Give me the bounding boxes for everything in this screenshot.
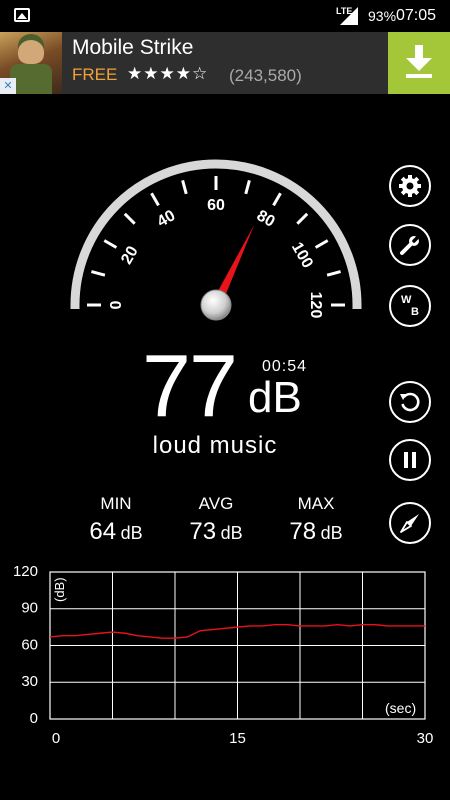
network-type: LTE <box>336 6 353 16</box>
weighting-button[interactable]: W B <box>389 285 431 327</box>
ad-title[interactable]: Mobile Strike <box>72 36 193 60</box>
tools-button[interactable] <box>389 224 431 266</box>
min-value: 64 dB <box>89 518 143 545</box>
y-tick-label: 120 <box>13 563 38 580</box>
max-value: 78 dB <box>289 518 343 545</box>
db-history-chart: 0 30 60 90 120 0 15 30 (dB) (sec) <box>13 563 434 747</box>
noise-description: loud music <box>152 432 278 459</box>
gauge-tick <box>103 239 118 249</box>
gauge-tick-label: 40 <box>154 207 178 231</box>
image-notification-icon <box>14 8 30 22</box>
gauge-tick <box>244 180 251 195</box>
gauge-tick <box>326 270 341 277</box>
current-db-unit: dB <box>248 373 302 422</box>
gauge-tick-label: 20 <box>118 243 142 267</box>
wb-icon: W B <box>401 294 419 318</box>
download-icon <box>406 45 432 78</box>
ad-rating-count: (243,580) <box>229 66 302 85</box>
refresh-icon <box>400 392 420 412</box>
gauge-tick <box>91 270 106 277</box>
gauge-tick <box>296 212 309 225</box>
max-label: MAX <box>297 494 335 513</box>
avg-label: AVG <box>198 494 234 513</box>
sound-level-gauge: 0 20 40 60 80 100 120 <box>70 159 362 321</box>
gauge-tick <box>123 212 136 225</box>
close-ad-icon[interactable]: ✕ <box>0 78 16 94</box>
x-tick-label: 30 <box>417 730 434 747</box>
gauge-hub <box>200 289 232 321</box>
ad-price: FREE <box>72 65 118 84</box>
calibrate-button[interactable] <box>389 502 431 544</box>
y-tick-label: 0 <box>30 710 38 727</box>
gear-icon <box>399 175 421 197</box>
ad-banner[interactable]: ✕ Mobile Strike FREE ★★★★☆ (243,580) <box>0 32 450 94</box>
pause-button[interactable] <box>389 439 431 481</box>
ad-download-button[interactable] <box>388 32 450 94</box>
y-tick-label: 30 <box>21 673 38 690</box>
settings-button[interactable] <box>389 165 431 207</box>
reset-button[interactable] <box>389 381 431 423</box>
gauge-tick <box>314 239 329 249</box>
gauge-tick <box>272 192 282 207</box>
gauge-tick <box>150 192 160 207</box>
current-db-value: 77 <box>142 336 238 435</box>
gauge-tick-label: 60 <box>207 197 225 214</box>
battery-percent: 93% <box>368 8 397 24</box>
gauge-tick <box>181 180 188 195</box>
ad-rating-stars: ★★★★☆ <box>127 64 209 83</box>
pause-icon <box>404 452 416 468</box>
clock: 07:05 <box>396 7 437 24</box>
wrench-icon <box>400 234 421 255</box>
x-axis-label: (sec) <box>385 700 416 716</box>
y-axis-label: (dB) <box>52 577 67 602</box>
x-tick-label: 0 <box>52 730 60 747</box>
y-tick-label: 90 <box>21 600 38 617</box>
min-label: MIN <box>100 494 132 513</box>
y-tick-label: 60 <box>21 636 38 653</box>
x-tick-label: 15 <box>229 730 246 747</box>
gauge-tick-label: 80 <box>254 207 278 231</box>
compass-icon <box>400 514 419 533</box>
gauge-tick-label: 0 <box>108 300 125 309</box>
gauge-tick-label: 120 <box>307 292 324 319</box>
status-bar: LTE 93% 07:05 <box>0 0 450 32</box>
avg-value: 73 dB <box>189 518 243 545</box>
gauge-tick-label: 100 <box>288 240 316 272</box>
